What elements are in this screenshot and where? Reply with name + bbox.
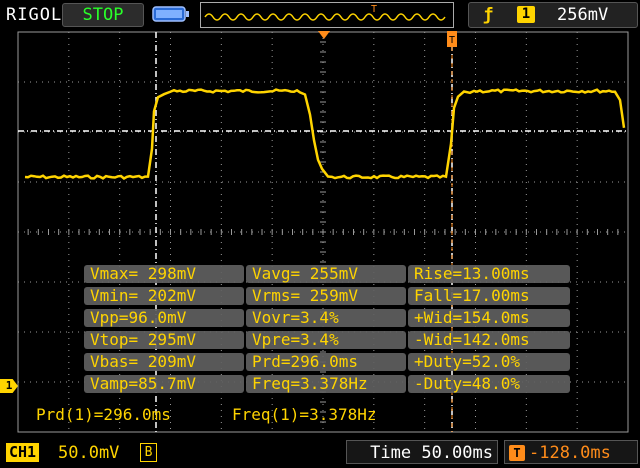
measurement-item: Vavg= 255mV (246, 265, 406, 283)
measurement-item: -Duty=48.0% (408, 375, 570, 393)
trigger-settings-box[interactable]: ƒ 1 256mV (468, 2, 638, 28)
measurement-item: Vmin= 202mV (84, 287, 244, 305)
measurement-item: Prd=296.0ms (246, 353, 406, 371)
measurement-item: Vpre=3.4% (246, 331, 406, 349)
trigger-position-marker (318, 31, 330, 39)
measurement-item: Freq=3.378Hz (246, 375, 406, 393)
measurement-item: Vamp=85.7mV (84, 375, 244, 393)
measurement-item: Rise=13.00ms (408, 265, 570, 283)
channel-1-scale[interactable]: 50.0mV (58, 443, 119, 463)
frequency-readout: Freq(1)=3.378Hz (232, 405, 377, 424)
measurement-item: +Wid=154.0ms (408, 309, 570, 327)
timebase-readout[interactable]: Time 50.00ms (346, 440, 498, 464)
trigger-source-badge: 1 (517, 6, 535, 23)
svg-text:T: T (371, 4, 377, 15)
svg-text:T: T (449, 35, 455, 46)
measurement-item: Fall=17.00ms (408, 287, 570, 305)
rising-edge-icon: ƒ (483, 5, 494, 25)
trigger-level: 256mV (557, 5, 609, 25)
channel-1-trace (24, 88, 626, 181)
measurement-item: Vpp=96.0mV (84, 309, 244, 327)
measurement-item: +Duty=52.0% (408, 353, 570, 371)
bottom-status-bar: CH1 50.0mV B Time 50.00ms T -128.0ms (0, 438, 640, 468)
brand-logo: RIGOL (6, 5, 63, 25)
trigger-offset-icon: T (509, 445, 525, 461)
measurement-item: Vovr=3.4% (246, 309, 406, 327)
bandwidth-limit-badge: B (140, 443, 157, 462)
measurement-item: Vmax= 298mV (84, 265, 244, 283)
waveform-display[interactable]: T (0, 0, 640, 468)
memory-overview-strip[interactable]: T (200, 2, 454, 28)
run-stop-status[interactable]: STOP (62, 3, 144, 27)
top-status-bar: RIGOL STOP T ƒ 1 256mV (0, 0, 640, 30)
channel-1-label[interactable]: CH1 (6, 443, 40, 462)
measurement-item: -Wid=142.0ms (408, 331, 570, 349)
measurement-item: Vtop= 295mV (84, 331, 244, 349)
trigger-cursor-marker: T (447, 31, 457, 47)
period-readout: Prd(1)=296.0ms (36, 405, 171, 424)
battery-icon (152, 6, 189, 22)
measurement-panel: Vmax= 298mV Vmin= 202mV Vpp=96.0mV Vtop= 29… (84, 265, 570, 396)
trigger-offset-readout[interactable]: T -128.0ms (504, 440, 638, 464)
measurement-item: Vrms= 259mV (246, 287, 406, 305)
trigger-offset-value: -128.0ms (529, 443, 611, 463)
measurement-item: Vbas= 209mV (84, 353, 244, 371)
